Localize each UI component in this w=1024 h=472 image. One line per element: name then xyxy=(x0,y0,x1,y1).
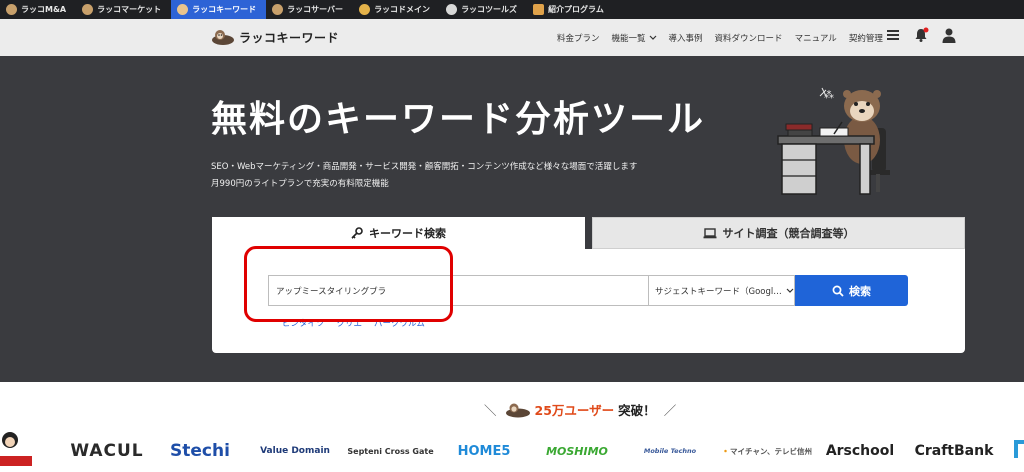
topbar-item-tools[interactable]: ラッコツールズ xyxy=(440,0,527,19)
client-logo: Stechi xyxy=(170,441,230,461)
otter-mascot-illustration: ⁂ xyxy=(777,87,890,195)
topbar-label: ラッコドメイン xyxy=(374,5,431,14)
nav-pricing[interactable]: 料金プラン xyxy=(557,32,600,44)
client-logo: Mobile Techno xyxy=(643,447,697,455)
search-icon xyxy=(832,285,844,297)
logo-text: ラッコキーワード xyxy=(239,30,340,45)
hero-title: 無料のキーワード分析ツール xyxy=(211,99,706,140)
topbar-item-domain[interactable]: ラッコドメイン xyxy=(353,0,440,19)
annotation-highlight xyxy=(244,246,453,322)
nav-features-label: 機能一覧 xyxy=(611,33,646,44)
partial-logo-icon xyxy=(1014,440,1024,458)
tab-site-label: サイト調査（競合調査等） xyxy=(722,227,855,240)
gift-icon xyxy=(533,4,545,15)
mascot-logo-icon xyxy=(0,432,32,466)
client-logo: マイチャン、テレビ信州 xyxy=(724,434,812,468)
main-nav: 料金プラン 機能一覧 導入事例 資料ダウンロード マニュアル 契約管理 xyxy=(557,19,895,56)
topbar-item-market[interactable]: ラッコマーケット xyxy=(76,0,171,19)
client-logo: CraftBank xyxy=(914,443,994,459)
search-button[interactable]: 検索 xyxy=(795,275,908,306)
client-logo: Septeni Cross Gate xyxy=(347,434,433,468)
users-banner: ＼ 25万ユーザー 突破！ ／ xyxy=(484,400,676,419)
topbar-item-keyword[interactable]: ラッコキーワード xyxy=(171,0,267,19)
tab-keyword-label: キーワード検索 xyxy=(369,227,446,240)
client-logo: Value Domain xyxy=(260,446,330,456)
site-header: ラッコキーワード 料金プラン 機能一覧 導入事例 資料ダウンロード マニュアル … xyxy=(0,19,1024,56)
nav-download[interactable]: 資料ダウンロード xyxy=(715,32,783,44)
nav-contract[interactable]: 契約管理 xyxy=(849,32,883,44)
client-logos: WACUL Stechi Value Domain Septeni Cross … xyxy=(0,432,1024,468)
nav-features[interactable]: 機能一覧 xyxy=(612,32,657,44)
otter-icon xyxy=(272,4,284,15)
nav-cases[interactable]: 導入事例 xyxy=(669,32,703,44)
topbar-item-ma[interactable]: ラッコM&A xyxy=(0,0,76,19)
product-bar: ラッコM&A ラッコマーケット ラッコキーワード ラッコサーバー ラッコドメイン… xyxy=(0,0,1024,19)
users-suffix: 突破！ xyxy=(618,403,656,418)
hero-subtitle-plan: 月990円のライトプランで充実の有料限定機能 xyxy=(211,179,389,189)
otter-icon xyxy=(177,4,189,15)
site-logo[interactable]: ラッコキーワード xyxy=(211,28,339,46)
tab-site-research[interactable]: サイト調査（競合調査等） xyxy=(592,217,965,249)
chevron-down-icon xyxy=(649,35,656,40)
client-logo: WACUL xyxy=(70,441,144,461)
otter-icon xyxy=(446,4,458,15)
bell-icon[interactable] xyxy=(913,27,929,43)
topbar-label: 紹介プログラム xyxy=(548,5,604,14)
topbar-item-server[interactable]: ラッコサーバー xyxy=(266,0,353,19)
topbar-label: ラッコキーワード xyxy=(192,5,257,14)
otter-icon xyxy=(505,403,530,417)
tab-keyword-search[interactable]: キーワード検索 xyxy=(212,217,585,249)
nav-manual[interactable]: マニュアル xyxy=(795,32,837,44)
chevron-down-icon xyxy=(786,288,794,293)
client-logo: MOSHIMO xyxy=(546,444,608,458)
laptop-icon xyxy=(703,227,716,238)
user-icon[interactable] xyxy=(942,28,956,43)
otter-icon xyxy=(6,4,17,15)
key-icon xyxy=(351,227,363,239)
topbar-item-referral[interactable]: 紹介プログラム xyxy=(527,0,614,19)
otter-icon xyxy=(82,4,94,15)
client-logo-partial xyxy=(0,430,32,468)
topbar-label: ラッコツールズ xyxy=(461,5,518,14)
client-logo: Arschool xyxy=(825,443,895,459)
otter-logo-icon xyxy=(212,30,234,45)
users-count: 25万ユーザー xyxy=(534,403,615,418)
client-logo-text: マイチャン、テレビ信州 xyxy=(730,446,812,456)
topbar-label: ラッコM&A xyxy=(21,5,67,14)
client-logo-partial xyxy=(1012,438,1024,460)
client-logo: HOME5 xyxy=(457,443,511,459)
topbar-label: ラッコマーケット xyxy=(97,5,162,14)
topbar-label: ラッコサーバー xyxy=(287,5,344,14)
search-type-select[interactable]: サジェストキーワード（Googl… xyxy=(648,275,795,306)
search-type-value: サジェストキーワード（Googl… xyxy=(655,286,782,297)
flower-logo-icon xyxy=(724,449,727,453)
hero-subtitle: SEO・Webマーケティング・商品開発・サービス開発・顧客開拓・コンテンツ作成な… xyxy=(211,162,638,172)
menu-icon[interactable] xyxy=(886,28,900,42)
otter-icon xyxy=(359,4,371,15)
client-logo-text: Septeni Cross Gate xyxy=(347,446,434,456)
header-icons xyxy=(886,27,956,43)
search-button-label: 検索 xyxy=(849,284,871,298)
